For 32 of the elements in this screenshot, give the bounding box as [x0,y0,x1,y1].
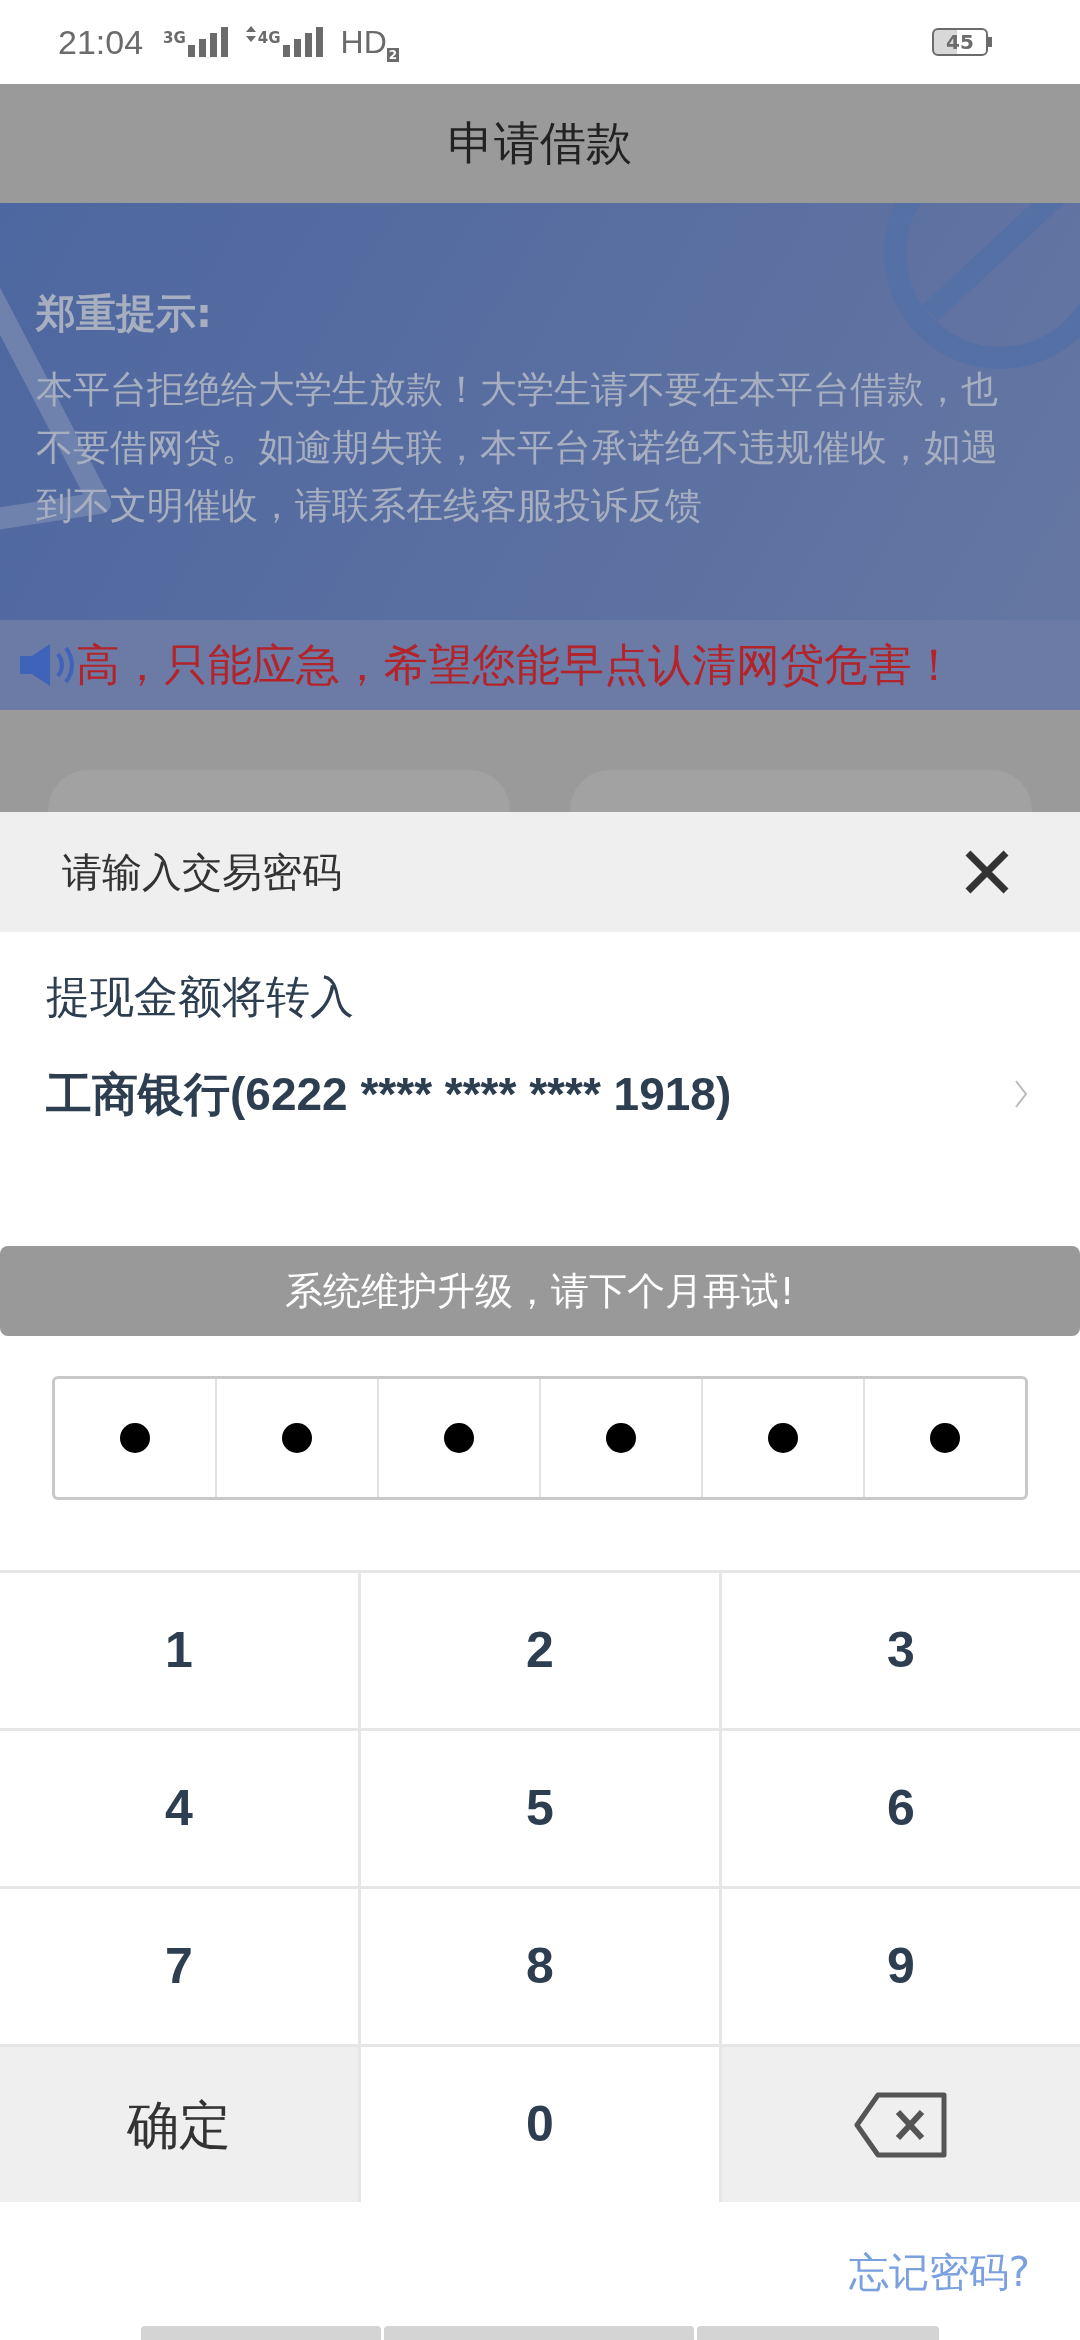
close-icon[interactable] [964,849,1010,895]
transfer-label: 提现金额将转入 [45,970,355,1024]
network-type: 4G [257,28,281,49]
digit-key[interactable]: 1 [0,1573,358,1728]
hd-label: HD [340,23,387,62]
notice-text: 本平台拒绝给大学生放款！大学生请不要在本平台借款，也不要借网贷。如逾期失联，本平台承诺绝不违规催收，如遇到不文明催收，请联系在线客服投诉反馈 [36,367,999,529]
chevron-right-icon [1014,1079,1028,1109]
digit-key[interactable]: 6 [722,1731,1080,1886]
digit-key[interactable]: 3 [722,1573,1080,1728]
digit-key[interactable]: 7 [0,1889,358,2044]
page-title: 申请借款 [448,115,632,172]
backspace-key[interactable] [722,2047,1080,2202]
digit-key[interactable]: 8 [361,1889,719,2044]
bank-account-row[interactable]: 工商银行(6222 **** **** **** 1918) [0,1050,1080,1138]
hd-badge: 2 [386,48,400,62]
dialog-title: 请输入交易密码 [62,848,343,897]
digit-key[interactable]: 9 [722,1889,1080,2044]
network-type: 3G [163,28,186,49]
data-arrows-icon [245,26,256,42]
marquee-text: 高，只能应急，希望您能早点认清网贷危害！ [76,638,956,692]
digit-key[interactable]: 4 [0,1731,358,1886]
password-field[interactable] [52,1376,1028,1500]
digit-key[interactable]: 5 [361,1731,719,1886]
notice-title: 郑重提示: [36,289,213,338]
confirm-button[interactable]: 确定 [0,2047,358,2202]
battery-icon: 45 [932,28,988,56]
speaker-icon [20,642,76,688]
digit-key[interactable]: 2 [361,1573,719,1728]
message-banner: 系统维护升级，请下个月再试! [0,1246,1080,1336]
backspace-icon [854,2091,948,2158]
clock: 21:04 [58,21,144,63]
digit-key[interactable]: 0 [361,2047,719,2202]
